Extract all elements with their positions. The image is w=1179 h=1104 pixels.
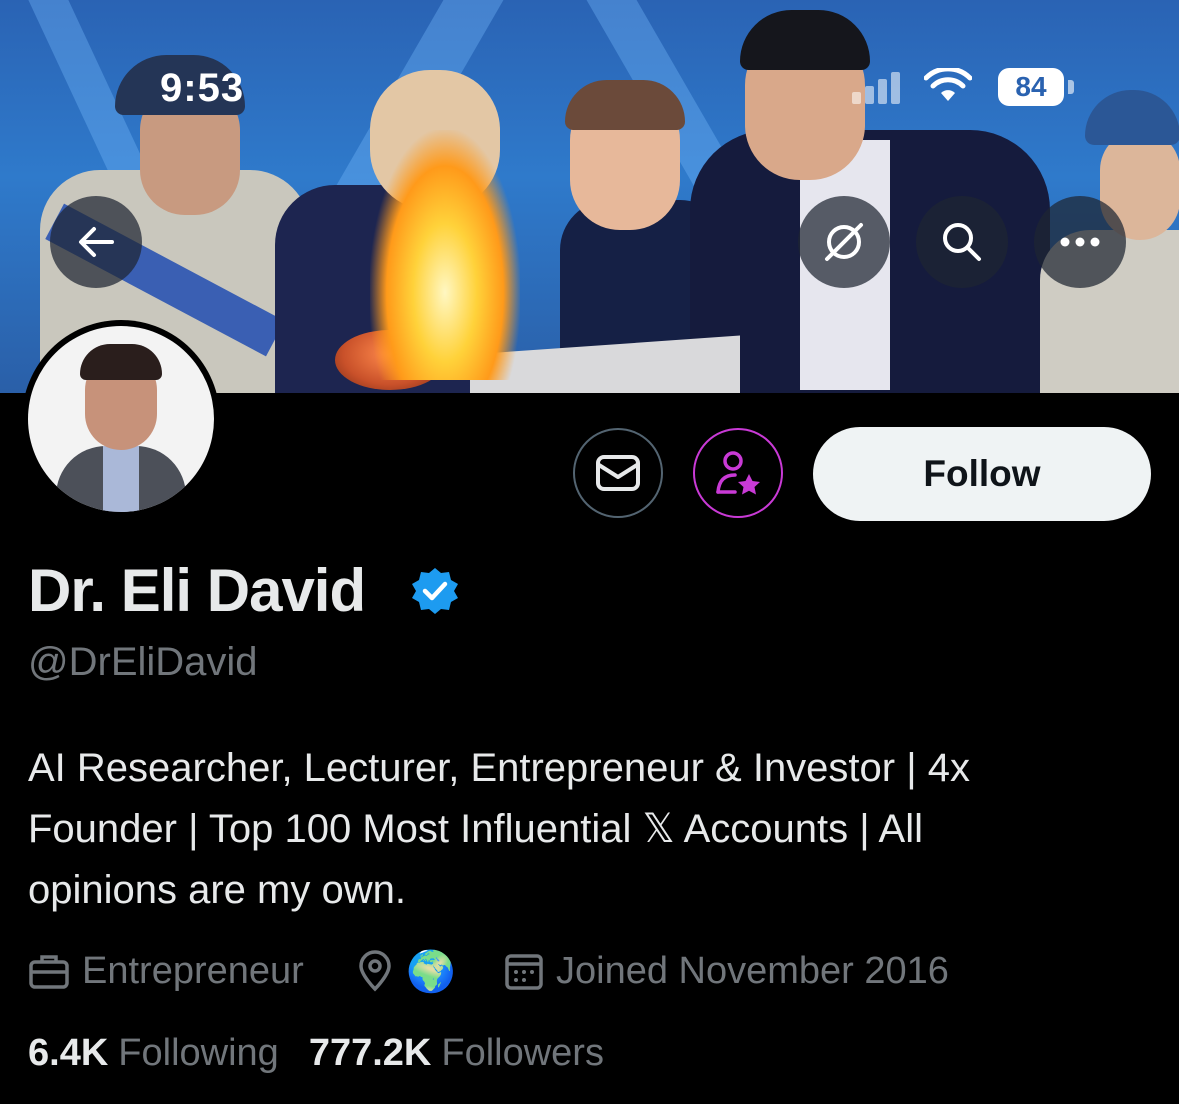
- joined-label: Joined November 2016: [556, 949, 949, 992]
- cellular-signal-icon: [852, 70, 906, 104]
- subscribe-button[interactable]: [693, 428, 783, 518]
- location-item: 🌍: [356, 948, 456, 994]
- grok-button[interactable]: [798, 196, 890, 288]
- battery-indicator: 84: [998, 68, 1064, 106]
- grok-icon: [825, 223, 863, 261]
- person-star-icon: [716, 451, 760, 495]
- wifi-icon: [924, 68, 972, 101]
- envelope-icon: [596, 455, 640, 491]
- search-button[interactable]: [916, 196, 1008, 288]
- avatar-photo: [28, 326, 214, 512]
- bio: AI Researcher, Lecturer, Entrepreneur & …: [28, 738, 1128, 921]
- location-globe-icon: 🌍: [406, 949, 456, 994]
- handle: @DrEliDavid: [28, 640, 258, 684]
- more-horizontal-icon: [1060, 237, 1100, 247]
- following-link[interactable]: 6.4K Following: [28, 1032, 279, 1075]
- followers-count: 777.2K: [308, 1032, 432, 1074]
- back-button[interactable]: [50, 196, 142, 288]
- profile-banner[interactable]: [0, 0, 1179, 393]
- bio-line: opinions are my own.: [28, 868, 406, 912]
- message-button[interactable]: [573, 428, 663, 518]
- calendar-icon: [505, 954, 543, 990]
- following-label: Following: [118, 1032, 279, 1074]
- followers-label: Followers: [441, 1032, 604, 1074]
- search-icon: [943, 223, 981, 261]
- profile-avatar[interactable]: [22, 320, 220, 518]
- location-pin-icon: [359, 950, 391, 992]
- joined-item: Joined November 2016: [504, 948, 949, 994]
- briefcase-icon: [29, 955, 69, 989]
- verified-badge-icon[interactable]: [410, 566, 460, 616]
- follow-button[interactable]: Follow: [813, 427, 1151, 521]
- followers-link[interactable]: 777.2K Followers: [309, 1032, 604, 1075]
- battery-nub: [1068, 80, 1074, 94]
- profession-item: Entrepreneur: [28, 948, 304, 994]
- arrow-left-icon: [79, 227, 114, 257]
- profession-label: Entrepreneur: [82, 949, 304, 992]
- follow-counts: 6.4K Following 777.2K Followers: [28, 1032, 634, 1075]
- more-button[interactable]: [1034, 196, 1126, 288]
- bio-line: Founder | Top 100 Most Influential 𝕏 Acc…: [28, 807, 923, 851]
- following-count: 6.4K: [28, 1032, 109, 1074]
- status-time: 9:53: [160, 66, 245, 110]
- display-name: Dr. Eli David: [28, 557, 366, 624]
- bio-line: AI Researcher, Lecturer, Entrepreneur & …: [28, 746, 970, 790]
